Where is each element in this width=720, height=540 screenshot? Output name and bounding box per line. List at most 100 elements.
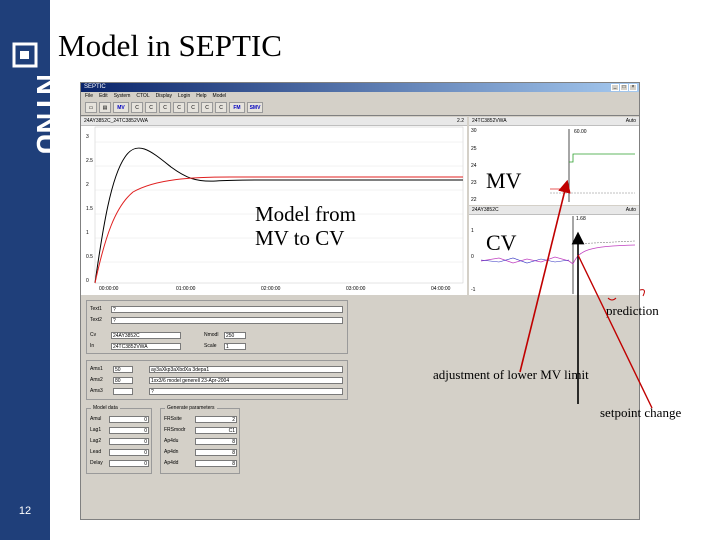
cv-toolbar-button-6[interactable]: C: [201, 102, 213, 113]
ams1-label: Ams1: [90, 366, 103, 372]
mv-value: 60.00: [574, 129, 587, 135]
frssite-field[interactable]: 2: [195, 416, 237, 423]
ams3-text-field[interactable]: ?: [149, 388, 343, 395]
maximize-button[interactable]: □: [620, 84, 628, 91]
mv-annotation: MV: [480, 168, 550, 194]
cv-ytick-1: 1: [471, 228, 474, 234]
ams2-field[interactable]: 80: [113, 377, 133, 384]
frssite-label: FRSsite: [164, 416, 182, 422]
nmodl-label: Nmodl: [204, 332, 219, 338]
info-group: Text1 ? Text2 ? Cv 24AY3852C In 24TC3852…: [86, 300, 348, 354]
nmodl-field[interactable]: 250: [224, 332, 246, 339]
lead-field[interactable]: 0: [109, 449, 149, 456]
ams-group: Ams1 50 ay3aXkp3aXbdXa 3depa1 Ams2 80 1x…: [86, 360, 348, 400]
model-from-line2: MV to CV: [255, 226, 345, 250]
menu-system[interactable]: System: [114, 92, 131, 100]
save-button[interactable]: ▤: [99, 102, 111, 113]
ytick-25: 2.5: [86, 158, 93, 164]
ams3-field[interactable]: [113, 388, 133, 395]
cv-value: 1.68: [576, 216, 586, 222]
model-from-line1: Model from: [255, 202, 356, 226]
fm-toolbar-button[interactable]: FM: [229, 102, 245, 113]
slide-number: 12: [18, 505, 32, 517]
ytick-2: 2: [86, 182, 89, 188]
xtick-3: 03:00:00: [346, 286, 366, 292]
mv-ytick-2: 25: [471, 146, 477, 152]
close-button[interactable]: ×: [629, 84, 637, 91]
ytick-3: 3: [86, 134, 89, 140]
cv-ytick-2: 0: [471, 254, 474, 260]
menu-model[interactable]: Model: [213, 92, 227, 100]
ytick-05: 0.5: [86, 254, 93, 260]
generate-params-title: Generate parameters: [165, 405, 217, 411]
ams1-field[interactable]: 50: [113, 366, 133, 373]
open-button[interactable]: ▭: [85, 102, 97, 113]
mv-ytick-5: 22: [471, 197, 477, 203]
ap4dn-field[interactable]: 8: [195, 449, 237, 456]
cv-ytick-3: -1: [471, 287, 476, 293]
ap4du-field[interactable]: 8: [195, 438, 237, 445]
mv-toolbar-button[interactable]: MV: [113, 102, 129, 113]
mv-ytick-1: 30: [471, 128, 477, 134]
window-titlebar: SEPTIC _ □ ×: [81, 83, 639, 92]
cv-toolbar-button-1[interactable]: C: [131, 102, 143, 113]
frsmodr-field[interactable]: C1: [195, 427, 237, 434]
cv-annotation: CV: [480, 230, 535, 256]
delay-label: Delay: [90, 460, 103, 466]
adjustment-annotation: adjustment of lower MV limit: [433, 367, 589, 382]
cv-toolbar-button-2[interactable]: C: [145, 102, 157, 113]
delay-field[interactable]: 0: [109, 460, 149, 467]
cv-field-label: Cv: [90, 332, 97, 338]
cv-field[interactable]: 24AY3852C: [111, 332, 181, 339]
frsmodr-label: FRSmodr: [164, 427, 186, 433]
text2-field[interactable]: ?: [111, 317, 343, 324]
text1-field[interactable]: ?: [111, 306, 343, 313]
ytick-0: 0: [86, 278, 89, 284]
ams1-text-field[interactable]: ay3aXkp3aXbdXa 3depa1: [149, 366, 343, 373]
text1-label: Text1: [90, 306, 102, 312]
septic-window: SEPTIC _ □ × File Edit System CTOL Displ…: [80, 82, 640, 520]
amul-field[interactable]: 0: [109, 416, 149, 423]
lag1-field[interactable]: 0: [109, 427, 149, 434]
in-field[interactable]: 24TC3852VWA: [111, 343, 181, 350]
model-data-title: Model data: [91, 405, 120, 411]
menu-display[interactable]: Display: [156, 92, 172, 100]
menu-file[interactable]: File: [85, 92, 93, 100]
scale-field[interactable]: 1: [224, 343, 246, 350]
xtick-0: 00:00:00: [99, 286, 119, 292]
xtick-4: 04:00:00: [431, 286, 451, 292]
model-form-panel: Text1 ? Text2 ? Cv 24AY3852C In 24TC3852…: [86, 300, 376, 510]
cv-toolbar-button-4[interactable]: C: [173, 102, 185, 113]
scale-label: Scale: [204, 343, 217, 349]
slide-title: Model in SEPTIC: [58, 28, 282, 63]
prediction-curve: [639, 289, 645, 297]
menu-help[interactable]: Help: [196, 92, 206, 100]
ntnu-logo-icon: NTNU: [12, 42, 62, 155]
ap4dd-label: Ap4dd: [164, 460, 179, 466]
model-from-annotation: Model from MV to CV: [255, 202, 356, 250]
ytick-15: 1.5: [86, 206, 93, 212]
ap4dd-field[interactable]: 8: [195, 460, 237, 467]
cv-toolbar-button-7[interactable]: C: [215, 102, 227, 113]
menu-ctol[interactable]: CTOL: [136, 92, 149, 100]
setpoint-annotation: setpoint change: [600, 405, 682, 420]
toolbar: ▭ ▤ MV C C C C C C C FM SMV: [81, 100, 639, 116]
mv-ytick-4: 23: [471, 180, 477, 186]
xtick-2: 02:00:00: [261, 286, 281, 292]
ntnu-sidebar: NTNU 12: [0, 0, 62, 540]
mv-ytick-3: 24: [471, 163, 477, 169]
amul-label: Amul: [90, 416, 102, 422]
cv-toolbar-button-3[interactable]: C: [159, 102, 171, 113]
smv-toolbar-button[interactable]: SMV: [247, 102, 263, 113]
menu-edit[interactable]: Edit: [99, 92, 108, 100]
menu-login[interactable]: Login: [178, 92, 190, 100]
ntnu-logo-text: NTNU: [30, 74, 62, 155]
ap4du-label: Ap4du: [164, 438, 179, 444]
ams2-text-field[interactable]: 1xx3/6 model generell 23-Apr-2004: [149, 377, 343, 384]
ap4dn-label: Ap4dn: [164, 449, 179, 455]
xtick-1: 01:00:00: [176, 286, 196, 292]
in-field-label: In: [90, 343, 95, 349]
lag2-field[interactable]: 0: [109, 438, 149, 445]
cv-toolbar-button-5[interactable]: C: [187, 102, 199, 113]
minimize-button[interactable]: _: [611, 84, 619, 91]
